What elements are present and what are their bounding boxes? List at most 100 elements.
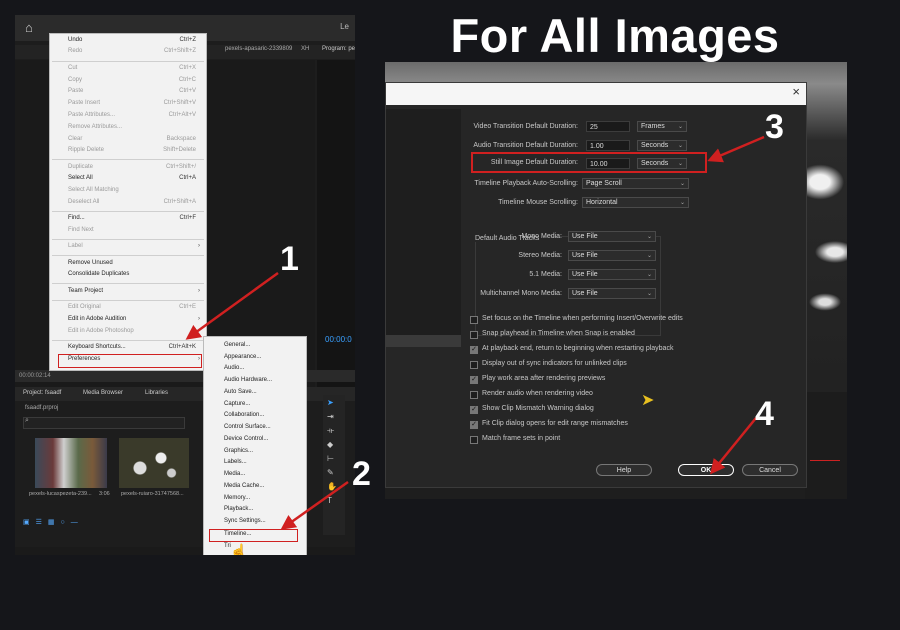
- pref-playback[interactable]: Playback...: [224, 506, 253, 512]
- source-tab-extra[interactable]: XH: [301, 46, 309, 52]
- checkbox-render-audio[interactable]: [470, 391, 478, 399]
- pref-audio[interactable]: Audio...: [224, 365, 244, 371]
- menu-item-deselect-all[interactable]: Deselect All: [68, 199, 99, 205]
- checkbox-snap-playhead[interactable]: [470, 331, 478, 339]
- pref-collaboration[interactable]: Collaboration...: [224, 412, 264, 418]
- ok-button[interactable]: OK: [678, 464, 734, 476]
- pref-labels[interactable]: Labels...: [224, 459, 247, 465]
- source-tab[interactable]: pexels-apasaric-2339809: [225, 46, 292, 52]
- selected-category[interactable]: [386, 335, 461, 347]
- pref-sync-settings[interactable]: Sync Settings...: [224, 518, 266, 524]
- pref-audio-hardware[interactable]: Audio Hardware...: [224, 377, 272, 383]
- slip-icon[interactable]: ⊢: [327, 454, 334, 463]
- menu-item-keyboard-shortcuts[interactable]: Keyboard Shortcuts...: [68, 344, 126, 350]
- pref-appearance[interactable]: Appearance...: [224, 354, 261, 360]
- clip-thumbnail[interactable]: [119, 438, 189, 488]
- tab-libraries[interactable]: Libraries: [145, 390, 168, 396]
- menu-item-cut[interactable]: Cut: [68, 65, 77, 71]
- menu-item-paste[interactable]: Paste: [68, 88, 83, 94]
- menu-item-remove-attributes[interactable]: Remove Attributes...: [68, 124, 122, 130]
- checkbox-sync-indicators[interactable]: [470, 361, 478, 369]
- menu-item-edit-in-audition[interactable]: Edit in Adobe Audition: [68, 316, 126, 322]
- mouse-cursor-icon: ☝: [230, 543, 248, 555]
- close-icon[interactable]: ×: [792, 84, 800, 99]
- menu-item-consolidate-duplicates[interactable]: Consolidate Duplicates: [68, 271, 129, 277]
- multichannel-media-select[interactable]: Use File ⌄: [568, 288, 656, 299]
- pen-icon[interactable]: ✎: [327, 468, 334, 477]
- playback-scroll-select[interactable]: Page Scroll ⌄: [582, 178, 689, 189]
- checkbox-label: Set focus on the Timeline when performin…: [482, 315, 683, 322]
- menu-item-clear[interactable]: Clear: [68, 136, 82, 142]
- razor-icon[interactable]: ◆: [327, 440, 333, 449]
- project-search-input[interactable]: [23, 417, 185, 429]
- checkbox-label: Show Clip Mismatch Warning dialog: [482, 405, 594, 412]
- menu-item-paste-insert[interactable]: Paste Insert: [68, 100, 100, 106]
- tab-media-browser[interactable]: Media Browser: [83, 390, 123, 396]
- menu-item-team-project[interactable]: Team Project: [68, 288, 103, 294]
- edit-menu: Undo Ctrl+Z Redo Ctrl+Shift+Z Cut Ctrl+X…: [49, 33, 207, 371]
- stereo-media-select[interactable]: Use File ⌄: [568, 250, 656, 261]
- home-icon[interactable]: ⌂: [25, 21, 39, 35]
- menu-item-undo[interactable]: Undo: [68, 37, 82, 43]
- track-select-icon[interactable]: ⇥: [327, 412, 334, 421]
- menu-item-label[interactable]: Label: [68, 243, 83, 249]
- shortcut-duplicate: Ctrl+Shift+/: [165, 164, 196, 170]
- video-transition-unit-select[interactable]: Frames ⌄: [637, 121, 687, 132]
- source-timecode: 00:00:02:14: [19, 373, 51, 379]
- menu-separator: [52, 239, 204, 240]
- checkbox-match-frame[interactable]: [470, 436, 478, 444]
- audio-transition-unit-select[interactable]: Seconds ⌄: [637, 140, 687, 151]
- chevron-down-icon: ⌄: [679, 200, 685, 206]
- pref-capture[interactable]: Capture...: [224, 401, 250, 407]
- audio-transition-label: Audio Transition Default Duration:: [473, 142, 578, 149]
- mono-media-select[interactable]: Use File ⌄: [568, 231, 656, 242]
- menu-item-find[interactable]: Find...: [68, 215, 85, 221]
- audio-transition-input[interactable]: 1.00: [586, 140, 630, 151]
- menu-item-redo[interactable]: Redo: [68, 48, 82, 54]
- menu-item-edit-in-photoshop[interactable]: Edit in Adobe Photoshop: [68, 328, 134, 334]
- pref-memory[interactable]: Memory...: [224, 495, 250, 501]
- pref-graphics[interactable]: Graphics...: [224, 448, 253, 454]
- menu-item-edit-original[interactable]: Edit Original: [68, 304, 101, 310]
- hand-icon[interactable]: ✋: [327, 482, 337, 491]
- video-transition-input[interactable]: 25: [586, 121, 630, 132]
- checkbox-focus-timeline[interactable]: [470, 316, 478, 324]
- menu-item-select-all[interactable]: Select All: [68, 175, 93, 181]
- pref-media-cache[interactable]: Media Cache...: [224, 483, 264, 489]
- checkbox-return-to-beginning[interactable]: ✓: [470, 346, 478, 354]
- checkbox-label: Snap playhead in Timeline when Snap is e…: [482, 330, 635, 337]
- clip-thumbnail[interactable]: [35, 438, 107, 488]
- shortcut-paste-attributes: Ctrl+Alt+V: [168, 112, 196, 118]
- selection-tool-icon[interactable]: ➤: [327, 398, 334, 407]
- clip-name: pexels-ruiaro-31747568...: [121, 491, 184, 497]
- multichannel-media-label: Multichannel Mono Media:: [480, 290, 562, 297]
- menu-item-duplicate[interactable]: Duplicate: [68, 164, 93, 170]
- checkbox-fit-clip[interactable]: ✓: [470, 421, 478, 429]
- checkbox-label: Match frame sets in point: [482, 435, 561, 442]
- checkbox-clip-mismatch[interactable]: ✓: [470, 406, 478, 414]
- project-view-controls[interactable]: ▣☰▦○―: [23, 518, 84, 526]
- program-monitor-tab[interactable]: Program: pe: [322, 46, 355, 52]
- menu-item-remove-unused[interactable]: Remove Unused: [68, 260, 113, 266]
- menu-item-ripple-delete[interactable]: Ripple Delete: [68, 147, 104, 153]
- ripple-edit-icon[interactable]: ⟛: [327, 426, 334, 436]
- type-icon[interactable]: T: [327, 496, 332, 505]
- menu-item-copy[interactable]: Copy: [68, 77, 82, 83]
- pref-control-surface[interactable]: Control Surface...: [224, 424, 271, 430]
- menu-item-find-next[interactable]: Find Next: [68, 227, 94, 233]
- pref-general[interactable]: General...: [224, 342, 250, 348]
- checkbox-play-work-area[interactable]: ✓: [470, 376, 478, 384]
- pref-device-control[interactable]: Device Control...: [224, 436, 268, 442]
- surround-media-select[interactable]: Use File ⌄: [568, 269, 656, 280]
- select-value: Horizontal: [586, 199, 618, 206]
- select-value: Use File: [572, 290, 598, 297]
- tab-project[interactable]: Project: fsaadf: [23, 390, 61, 396]
- shortcut-paste: Ctrl+V: [179, 88, 196, 94]
- pref-media[interactable]: Media...: [224, 471, 245, 477]
- help-button[interactable]: Help: [596, 464, 652, 476]
- menu-item-select-all-matching[interactable]: Select All Matching: [68, 187, 119, 193]
- mouse-scroll-select[interactable]: Horizontal ⌄: [582, 197, 689, 208]
- menu-item-paste-attributes[interactable]: Paste Attributes...: [68, 112, 115, 118]
- pref-auto-save[interactable]: Auto Save...: [224, 389, 257, 395]
- cancel-button[interactable]: Cancel: [742, 464, 798, 476]
